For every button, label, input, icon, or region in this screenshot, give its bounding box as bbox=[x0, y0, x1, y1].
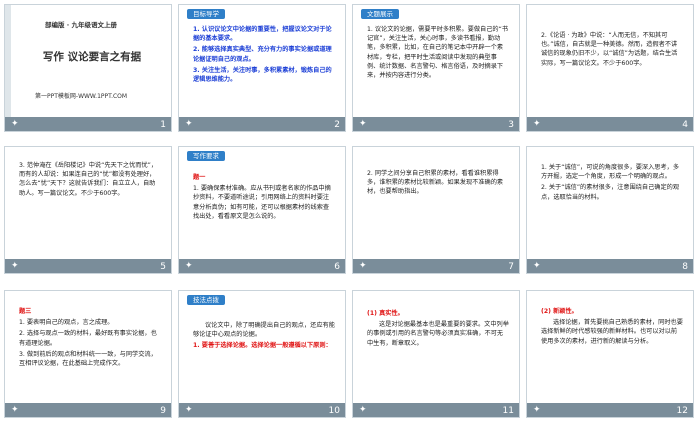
body-text: 2. 选择与观点一致的材料，最好既有事实论据，也有道理论据。 bbox=[19, 330, 157, 347]
slide-body: (2) 新颖性。 选择论据，首先要挑自己熟悉的素材，同时也要选择新鲜的时代感较强… bbox=[541, 307, 683, 397]
star-icon: ✦ bbox=[11, 119, 19, 129]
slide-body: 3. 范仲淹在《岳阳楼记》中说“先天下之忧而忧”，而有的人却说：如果连自己的“忧… bbox=[19, 161, 161, 253]
body-text: 3. 范仲淹在《岳阳楼记》中说“先天下之忧而忧”，而有的人却说：如果连自己的“忧… bbox=[19, 162, 158, 197]
slide-number: 8 bbox=[682, 262, 688, 272]
slide-footer: ✦ 6 bbox=[179, 259, 345, 273]
slide-thumbnail-12[interactable]: (2) 新颖性。 选择论据，首先要挑自己熟悉的素材，同时也要选择新鲜的时代感较强… bbox=[526, 290, 694, 418]
body-text: 2.《论语 · 为政》中说：“人而无信，不知其可也。”诚信，自古就是一种美德。然… bbox=[541, 32, 678, 67]
slide-decoration bbox=[5, 5, 11, 117]
slide-footer: ✦ 1 bbox=[5, 117, 171, 131]
slide-body: 2.《论语 · 为政》中说：“人而无信，不知其可也。”诚信，自古就是一种美德。然… bbox=[541, 31, 683, 111]
body-text: 议论文中，除了明确提出自己的观点，还应有能够论证中心观点的论据。 bbox=[193, 322, 335, 339]
star-icon: ✦ bbox=[359, 261, 367, 271]
slide-number: 4 bbox=[682, 120, 688, 130]
body-text: 1. 关于“诚信”，可说的角度很多，要深入思考，多方开掘，选定一个角度，形成一个… bbox=[541, 164, 680, 181]
slide-thumbnail-9[interactable]: 题三 1. 要表明自己的观点，言之成理。 2. 选择与观点一致的材料，最好既有事… bbox=[4, 290, 172, 418]
slide-header: 部编版 · 九年级语文上册 bbox=[45, 21, 117, 29]
star-icon: ✦ bbox=[533, 119, 541, 129]
body-text: 1. 议论文的论据，需要平时多积累。要做自己的“书记官”，关注生活，关心时事，多… bbox=[367, 26, 509, 80]
slide-source: 第一PPT模板网-WWW.1PPT.COM bbox=[35, 93, 128, 100]
slide-footer: ✦ 8 bbox=[527, 259, 693, 273]
body-text: 2. 同学之间分享自己积累的素材，看看谁积累得多，谁积累的素材比较新颖。如果发现… bbox=[367, 170, 504, 196]
slide-footer: ✦ 12 bbox=[527, 403, 693, 417]
star-icon: ✦ bbox=[185, 405, 193, 415]
body-text: 选择论据，首先要挑自己熟悉的素材，同时也要选择新鲜的时代感较强的新鲜材料。也可以… bbox=[541, 319, 683, 345]
body-text: 2. 关于“诚信”的素材很多，注意围绕自己确定的观点，选取恰当的材料。 bbox=[541, 184, 680, 201]
body-text: 这是对论据最基本也是最重要的要求。文中列举的事例或引用的名言警句等必须真实准确，… bbox=[367, 321, 509, 347]
slide-thumbnail-6[interactable]: 写作要求 题一 1. 要确保素材准确。应从书刊或者名家的作品中摘抄资料，不要道听… bbox=[178, 146, 346, 274]
slide-number: 1 bbox=[160, 120, 166, 130]
subsection-title: 题一 bbox=[193, 174, 206, 181]
section-tag: 文题展示 bbox=[361, 9, 399, 19]
slide-number: 11 bbox=[502, 406, 514, 416]
objective-line: 3. 关注生活，关注时事，多积累素材，锻炼自己的逻辑思维能力。 bbox=[193, 66, 332, 84]
slide-grid: 部编版 · 九年级语文上册 写作 议论要言之有据 第一PPT模板网-WWW.1P… bbox=[0, 0, 700, 432]
slide-number: 7 bbox=[508, 262, 514, 272]
slide-thumbnail-2[interactable]: 目标导学 1. 认识议论文中论据的重要性，把握议论文对于论据的基本要求。 2. … bbox=[178, 4, 346, 132]
slide-body: (1) 真实性。 这是对论据最基本也是最重要的要求。文中列举的事例或引用的名言警… bbox=[367, 309, 509, 397]
objective-line: 2. 能够选择真实典型、充分有力的事实论据或道理论据证明自己的观点。 bbox=[193, 46, 332, 63]
slide-footer: ✦ 11 bbox=[353, 403, 519, 417]
slide-thumbnail-10[interactable]: 技法点拨 议论文中，除了明确提出自己的观点，还应有能够论证中心观点的论据。 1.… bbox=[178, 290, 346, 418]
star-icon: ✦ bbox=[359, 405, 367, 415]
slide-body: 题三 1. 要表明自己的观点，言之成理。 2. 选择与观点一致的材料，最好既有事… bbox=[19, 307, 161, 397]
slide-body: 议论文中，除了明确提出自己的观点，还应有能够论证中心观点的论据。 1. 要善于选… bbox=[193, 321, 335, 397]
star-icon: ✦ bbox=[359, 119, 367, 129]
star-icon: ✦ bbox=[533, 405, 541, 415]
star-icon: ✦ bbox=[11, 405, 19, 415]
slide-body: 1. 关于“诚信”，可说的角度很多，要深入思考，多方开掘，选定一个角度，形成一个… bbox=[541, 163, 683, 253]
subsection-title: (1) 真实性。 bbox=[367, 310, 404, 317]
slide-title: 写作 议论要言之有据 bbox=[42, 51, 142, 63]
slide-number: 3 bbox=[508, 120, 514, 130]
body-text: 3. 做到前后的观点和材料统一一致，与同学交流，互相评议论据，在此基础上完成作文… bbox=[19, 350, 157, 368]
slide-body: 题一 1. 要确保素材准确。应从书刊或者名家的作品中摘抄资料，不要道听途说；引用… bbox=[193, 173, 335, 253]
slide-number: 12 bbox=[676, 406, 688, 416]
slide-thumbnail-1[interactable]: 部编版 · 九年级语文上册 写作 议论要言之有据 第一PPT模板网-WWW.1P… bbox=[4, 4, 172, 132]
subsection-title: 题三 bbox=[19, 308, 32, 315]
slide-number: 5 bbox=[160, 262, 166, 272]
slide-thumbnail-8[interactable]: 1. 关于“诚信”，可说的角度很多，要深入思考，多方开掘，选定一个角度，形成一个… bbox=[526, 146, 694, 274]
section-tag: 目标导学 bbox=[187, 9, 225, 19]
slide-footer: ✦ 7 bbox=[353, 259, 519, 273]
slide-thumbnail-5[interactable]: 3. 范仲淹在《岳阳楼记》中说“先天下之忧而忧”，而有的人却说：如果连自己的“忧… bbox=[4, 146, 172, 274]
subsection-title: (2) 新颖性。 bbox=[541, 308, 578, 315]
star-icon: ✦ bbox=[11, 261, 19, 271]
body-text: 1. 要表明自己的观点，言之成理。 bbox=[19, 319, 114, 327]
slide-body: 1. 议论文的论据，需要平时多积累。要做自己的“书记官”，关注生活，关心时事，多… bbox=[367, 25, 509, 111]
slide-footer: ✦ 3 bbox=[353, 117, 519, 131]
slide-body: 2. 同学之间分享自己积累的素材，看看谁积累得多，谁积累的素材比较新颖。如果发现… bbox=[367, 169, 509, 253]
slide-number: 9 bbox=[160, 406, 166, 416]
slide-body: 1. 认识议论文中论据的重要性，把握议论文对于论据的基本要求。 2. 能够选择真… bbox=[193, 25, 335, 111]
section-tag: 写作要求 bbox=[187, 151, 225, 161]
section-tag: 技法点拨 bbox=[187, 295, 225, 305]
slide-footer: ✦ 9 bbox=[5, 403, 171, 417]
slide-number: 6 bbox=[334, 262, 340, 272]
slide-thumbnail-4[interactable]: 2.《论语 · 为政》中说：“人而无信，不知其可也。”诚信，自古就是一种美德。然… bbox=[526, 4, 694, 132]
slide-thumbnail-3[interactable]: 文题展示 1. 议论文的论据，需要平时多积累。要做自己的“书记官”，关注生活，关… bbox=[352, 4, 520, 132]
star-icon: ✦ bbox=[533, 261, 541, 271]
objective-line: 1. 认识议论文中论据的重要性，把握议论文对于论据的基本要求。 bbox=[193, 26, 332, 43]
principle-heading: 1. 要善于选择论据。选择论据一般遵循以下原则： bbox=[193, 342, 332, 350]
star-icon: ✦ bbox=[185, 119, 193, 129]
slide-footer: ✦ 10 bbox=[179, 403, 345, 417]
body-text: 1. 要确保素材准确。应从书刊或者名家的作品中摘抄资料，不要道听途说；引用网络上… bbox=[193, 185, 331, 220]
slide-number: 2 bbox=[334, 120, 340, 130]
slide-thumbnail-11[interactable]: (1) 真实性。 这是对论据最基本也是最重要的要求。文中列举的事例或引用的名言警… bbox=[352, 290, 520, 418]
slide-footer: ✦ 2 bbox=[179, 117, 345, 131]
slide-thumbnail-7[interactable]: 2. 同学之间分享自己积累的素材，看看谁积累得多，谁积累的素材比较新颖。如果发现… bbox=[352, 146, 520, 274]
slide-number: 10 bbox=[328, 406, 340, 416]
slide-footer: ✦ 4 bbox=[527, 117, 693, 131]
slide-footer: ✦ 5 bbox=[5, 259, 171, 273]
star-icon: ✦ bbox=[185, 261, 193, 271]
